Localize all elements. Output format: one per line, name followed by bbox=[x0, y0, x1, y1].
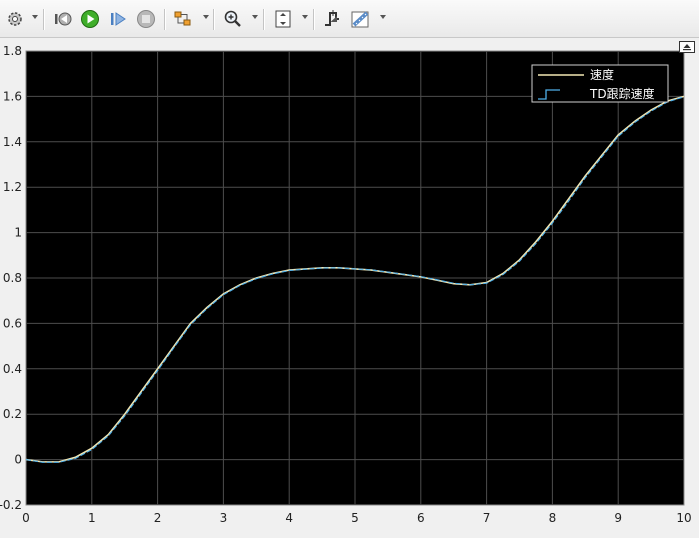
y-tick-label: -0.2 bbox=[0, 498, 22, 512]
x-tick-label: 1 bbox=[88, 511, 96, 525]
x-tick-label: 6 bbox=[417, 511, 425, 525]
y-tick-label: 1.8 bbox=[3, 44, 22, 58]
signal-select-dropdown-arrow[interactable] bbox=[203, 15, 209, 19]
fit-to-view-icon[interactable] bbox=[272, 8, 294, 30]
y-tick-label: 1.4 bbox=[3, 135, 22, 149]
x-tick-label: 4 bbox=[285, 511, 293, 525]
legend-entry-label: 速度 bbox=[590, 67, 614, 82]
x-tick-label: 2 bbox=[154, 511, 162, 525]
scope-chart[interactable]: 0 1 2 3 4 5 6 7 8 9 10-0.200.20.40.60.811.21.41.61… bbox=[0, 38, 699, 538]
y-tick-label: 0.6 bbox=[3, 316, 22, 330]
zoom-in-icon[interactable] bbox=[222, 8, 244, 30]
gear-icon[interactable] bbox=[4, 8, 26, 30]
triggers-icon[interactable] bbox=[321, 8, 343, 30]
stop-icon[interactable] bbox=[135, 8, 157, 30]
step-forward-icon[interactable] bbox=[107, 8, 129, 30]
y-tick-label: 0 bbox=[14, 453, 22, 467]
legend[interactable]: 速度 TD跟踪速度 bbox=[531, 64, 669, 103]
y-tick-label: 0.8 bbox=[3, 271, 22, 285]
toolbar-separator bbox=[313, 9, 315, 30]
x-tick-label: 10 bbox=[676, 511, 691, 525]
settings-dropdown-arrow[interactable] bbox=[32, 15, 38, 19]
legend-entry-label: TD跟踪速度 bbox=[589, 86, 655, 101]
zoom-dropdown-arrow[interactable] bbox=[252, 15, 258, 19]
x-tick-label: 5 bbox=[351, 511, 359, 525]
y-tick-label: 0.4 bbox=[3, 362, 22, 376]
fit-to-view-dropdown-arrow[interactable] bbox=[302, 15, 308, 19]
x-tick-label: 9 bbox=[614, 511, 622, 525]
toolbar-separator bbox=[263, 9, 265, 30]
scope-toolbar bbox=[0, 0, 699, 38]
measurement-icon[interactable] bbox=[350, 8, 372, 30]
signal-select-icon[interactable] bbox=[172, 8, 194, 30]
toolbar-separator bbox=[164, 9, 166, 30]
x-tick-label: 8 bbox=[549, 511, 557, 525]
x-tick-label: 7 bbox=[483, 511, 491, 525]
y-tick-label: 1.2 bbox=[3, 180, 22, 194]
y-tick-label: 1 bbox=[14, 226, 22, 240]
step-back-icon[interactable] bbox=[52, 8, 74, 30]
measurement-dropdown-arrow[interactable] bbox=[380, 15, 386, 19]
scope-plot-area: 0 1 2 3 4 5 6 7 8 9 10 -0.2 0 0.2 0.4 0.6 0.8 1 1.2 1.4 1.6 1… bbox=[0, 38, 699, 538]
y-tick-label: 1.6 bbox=[3, 89, 22, 103]
run-icon[interactable] bbox=[79, 8, 101, 30]
toolbar-separator bbox=[213, 9, 215, 30]
x-tick-label: 0 bbox=[22, 511, 30, 525]
toolbar-separator bbox=[43, 9, 45, 30]
undock-icon[interactable] bbox=[679, 41, 695, 53]
x-tick-label: 3 bbox=[220, 511, 228, 525]
y-tick-label: 0.2 bbox=[3, 407, 22, 421]
